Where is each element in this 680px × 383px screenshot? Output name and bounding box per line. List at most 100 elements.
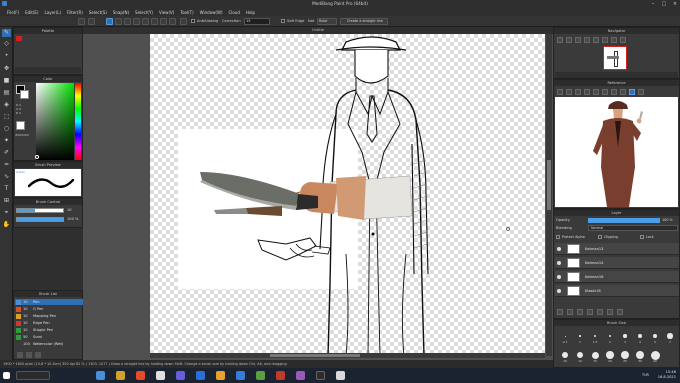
menu-select[interactable]: Select(S): [86, 10, 110, 15]
zoom-fit-icon[interactable]: [575, 37, 581, 43]
ref-settings-icon[interactable]: [638, 89, 644, 95]
eyedropper-icon[interactable]: ⌖: [2, 209, 11, 217]
minimize-icon[interactable]: –: [648, 1, 658, 7]
clipping-checkbox[interactable]: [598, 235, 602, 239]
brush-list-item[interactable]: 10 Pen: [15, 299, 83, 305]
brush-size-option[interactable]: 15: [588, 348, 602, 365]
menu-select-y[interactable]: Select(Y): [132, 10, 156, 15]
app-icon-orange[interactable]: [216, 371, 225, 380]
blur-tool-icon[interactable]: ≈: [2, 161, 11, 169]
menu-snap[interactable]: Snap(N): [110, 10, 132, 15]
drawing-canvas[interactable]: [150, 34, 545, 356]
eye-icon[interactable]: [557, 247, 561, 251]
medibang-icon[interactable]: [276, 371, 285, 380]
fill-mode-icon[interactable]: [160, 18, 167, 25]
brush-size-option[interactable]: 1.5: [588, 329, 602, 346]
correction-select[interactable]: 15: [244, 18, 270, 25]
ruler-button[interactable]: Ruler: [317, 18, 337, 25]
ellipse-mode-icon[interactable]: [151, 18, 158, 25]
rotate-right-icon[interactable]: [602, 37, 608, 43]
curve-mode-icon[interactable]: [124, 18, 131, 25]
menu-cloud[interactable]: Cloud: [226, 10, 243, 15]
brush-size-option[interactable]: 7: [663, 329, 677, 346]
divide-tool-icon[interactable]: ⊞: [2, 197, 11, 205]
app-icon-purple[interactable]: [296, 371, 305, 380]
blending-select[interactable]: Normal: [588, 225, 678, 231]
ref-flip-icon[interactable]: [611, 89, 617, 95]
brush-mode-icon[interactable]: [106, 18, 113, 25]
vertical-scroll-thumb[interactable]: [547, 160, 551, 210]
protect-alpha-checkbox[interactable]: [556, 235, 560, 239]
layer-row[interactable]: Katman13: [555, 243, 679, 255]
menu-file[interactable]: File(F): [4, 10, 22, 15]
discord-icon[interactable]: [176, 371, 185, 380]
bucket-tool-icon[interactable]: ◈: [2, 101, 11, 109]
brush-list-item[interactable]: 100 Watercolor (Wet): [15, 341, 83, 347]
lasso-tool-icon[interactable]: ○: [2, 125, 11, 133]
fill-tool-icon[interactable]: ■: [2, 77, 11, 85]
ref-zoom-out-icon[interactable]: [575, 89, 581, 95]
menu-edit[interactable]: Edit(E): [22, 10, 41, 15]
brush-size-slider[interactable]: [16, 208, 64, 213]
brush-list-item[interactable]: 10 Mapping Pen: [15, 313, 83, 319]
ref-open-icon[interactable]: [557, 89, 563, 95]
ref-rotate-icon[interactable]: [602, 89, 608, 95]
ref-zoom-in-icon[interactable]: [566, 89, 572, 95]
brush-size-option[interactable]: 4: [633, 329, 647, 346]
eye-icon[interactable]: [557, 289, 561, 293]
color-field[interactable]: [36, 83, 74, 160]
soft-edge-checkbox[interactable]: [281, 19, 285, 23]
zoom-out-icon[interactable]: [566, 37, 572, 43]
brush-list-item[interactable]: 10 Edge Pen: [15, 320, 83, 326]
text-tool-icon[interactable]: T: [2, 185, 11, 193]
layer-row[interactable]: Katman16: [555, 271, 679, 283]
start-icon[interactable]: [3, 372, 10, 379]
app-icon-blue[interactable]: [196, 371, 205, 380]
eye-icon[interactable]: [557, 261, 561, 265]
new-folder-icon[interactable]: [567, 309, 573, 315]
menu-view[interactable]: View(V): [156, 10, 177, 15]
layer-opacity-slider[interactable]: [588, 218, 660, 223]
search-box[interactable]: [16, 371, 50, 380]
pressure-icon[interactable]: [180, 18, 187, 25]
brush-settings-icon[interactable]: [26, 352, 32, 358]
menu-tool[interactable]: Tool(T): [177, 10, 196, 15]
ref-fit-icon[interactable]: [584, 89, 590, 95]
system-clock[interactable]: 15:46 16.8.2021: [658, 370, 676, 380]
rotate-reset-icon[interactable]: [611, 37, 617, 43]
ref-actual-icon[interactable]: [593, 89, 599, 95]
brush-list-item[interactable]: 10 G Pen: [15, 306, 83, 312]
flip-icon[interactable]: [620, 37, 626, 43]
color-picker-handle[interactable]: [35, 155, 39, 159]
magic-wand-icon[interactable]: ✦: [2, 137, 11, 145]
eraser-tool-icon[interactable]: ◇: [2, 40, 11, 48]
duplicate-layer-icon[interactable]: [577, 309, 583, 315]
gradient-tool-icon[interactable]: ▤: [2, 89, 11, 97]
undo-icon[interactable]: [78, 18, 85, 25]
merge-layer-icon[interactable]: [587, 309, 593, 315]
brush-list-item[interactable]: 50 Sumi: [15, 334, 83, 340]
app-icon-green[interactable]: [256, 371, 265, 380]
explorer-icon[interactable]: [116, 371, 125, 380]
maximize-icon[interactable]: □: [659, 1, 669, 7]
polyline-mode-icon[interactable]: [133, 18, 140, 25]
menu-filter[interactable]: Filter(R): [64, 10, 86, 15]
brush-size-option[interactable]: 40: [648, 348, 662, 365]
horizontal-scroll-thumb[interactable]: [270, 354, 360, 357]
brush-size-option[interactable]: 5: [648, 329, 662, 346]
navigator-thumbnail[interactable]: [603, 46, 627, 70]
brush-tool-icon[interactable]: ✎: [2, 29, 11, 37]
palette-swatch[interactable]: [16, 36, 22, 41]
rotate-left-icon[interactable]: [593, 37, 599, 43]
zoom-actual-icon[interactable]: [584, 37, 590, 43]
ref-eyedropper-icon[interactable]: [620, 89, 626, 95]
brush-size-option[interactable]: 12: [573, 348, 587, 365]
delete-brush-icon[interactable]: [35, 352, 41, 358]
brush-list-item[interactable]: 10 Stipple Pen: [15, 327, 83, 333]
document-tab[interactable]: Untitle: [83, 27, 553, 34]
brush-size-option[interactable]: 30: [633, 348, 647, 365]
close-icon[interactable]: ×: [670, 1, 680, 7]
app-icon-dark[interactable]: [316, 371, 325, 380]
new-layer-icon[interactable]: [557, 309, 563, 315]
ref-pin-icon[interactable]: [629, 89, 635, 95]
